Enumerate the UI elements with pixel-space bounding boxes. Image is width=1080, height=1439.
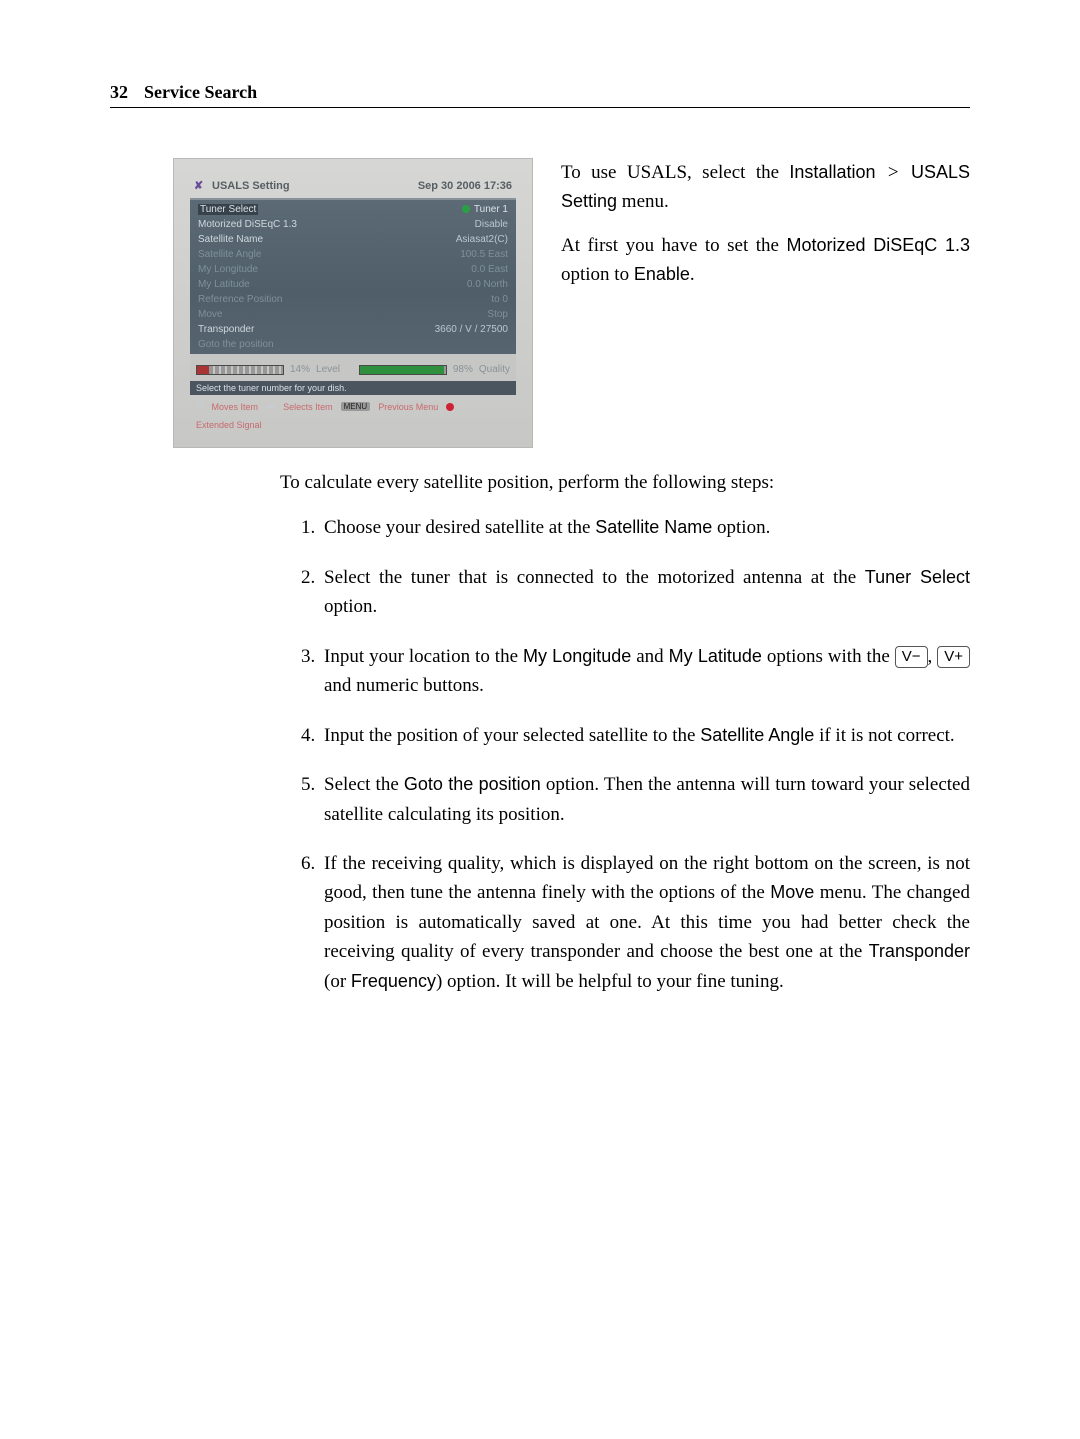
quality-bar	[359, 365, 447, 375]
row-satellite-angle: Satellite Angle100.5 East	[190, 247, 516, 262]
steps-list: Choose your desired satellite at the Sat…	[280, 513, 970, 996]
page-number: 32	[110, 82, 128, 103]
antenna-icon: ✘	[194, 179, 206, 191]
aside-text: To use USALS, select the Installation > …	[561, 158, 970, 448]
key-v-minus: V−	[895, 646, 928, 668]
step-4: Input the position of your selected sate…	[320, 721, 970, 750]
ui-transponder: Transponder	[869, 941, 970, 961]
ui-my-longitude: My Longitude	[523, 646, 631, 666]
signal-bars: 14% Level 98% Quality	[190, 354, 516, 381]
manual-page: 32 Service Search ✘ USALS Setting Sep 30 …	[0, 0, 1080, 1439]
lead-sentence: To calculate every satellite position, p…	[280, 468, 970, 497]
red-dot-icon	[446, 403, 454, 411]
row-reference-position: Reference Positionto 0	[190, 292, 516, 307]
chapter-title: Service Search	[144, 82, 257, 103]
screenshot-datetime: Sep 30 2006 17:36	[418, 180, 512, 192]
step-1: Choose your desired satellite at the Sat…	[320, 513, 970, 542]
step-2: Select the tuner that is connected to th…	[320, 563, 970, 622]
ui-frequency: Frequency	[351, 971, 436, 991]
page-header: 32 Service Search	[110, 82, 970, 108]
row-my-longitude: My Longitude0.0 East	[190, 262, 516, 277]
footer-legend: ⇅Moves Item ◂▸Selects Item MENUPrevious …	[190, 395, 516, 430]
ui-motorized-diseqc: Motorized DiSEqC 1.3	[786, 235, 970, 255]
ui-installation: Installation	[789, 162, 875, 182]
row-my-latitude: My Latitude0.0 North	[190, 277, 516, 292]
ui-satellite-angle: Satellite Angle	[700, 725, 814, 745]
ui-enable: Enable	[634, 264, 690, 284]
ui-goto-the-position: Goto the position	[404, 774, 541, 794]
ui-my-latitude: My Latitude	[669, 646, 762, 666]
ui-satellite-name: Satellite Name	[595, 517, 712, 537]
level-bar	[196, 365, 284, 375]
ui-move: Move	[770, 882, 814, 902]
step-3: Input your location to the My Longitude …	[320, 642, 970, 701]
row-goto-position: Goto the position	[190, 337, 516, 352]
row-motorized-diseqc: Motorized DiSEqC 1.3Disable	[190, 217, 516, 232]
row-satellite-name: Satellite NameAsiasat2(C)	[190, 232, 516, 247]
screenshot-title: USALS Setting	[212, 180, 290, 192]
step-6: If the receiving quality, which is displ…	[320, 849, 970, 996]
body-content: To calculate every satellite position, p…	[280, 468, 970, 996]
menu-pill-icon: MENU	[341, 402, 371, 411]
ui-tuner-select: Tuner Select	[865, 567, 970, 587]
hint-text: Select the tuner number for your dish.	[190, 381, 516, 395]
step-5: Select the Goto the position option. The…	[320, 770, 970, 829]
row-move: MoveStop	[190, 307, 516, 322]
row-transponder: Transponder3660 / V / 27500	[190, 322, 516, 337]
key-v-plus: V+	[937, 646, 970, 668]
usals-setting-screenshot: ✘ USALS Setting Sep 30 2006 17:36 Tuner S…	[173, 158, 533, 448]
row-tuner-select: Tuner SelectTuner 1	[190, 202, 516, 217]
green-dot-icon	[462, 205, 470, 213]
